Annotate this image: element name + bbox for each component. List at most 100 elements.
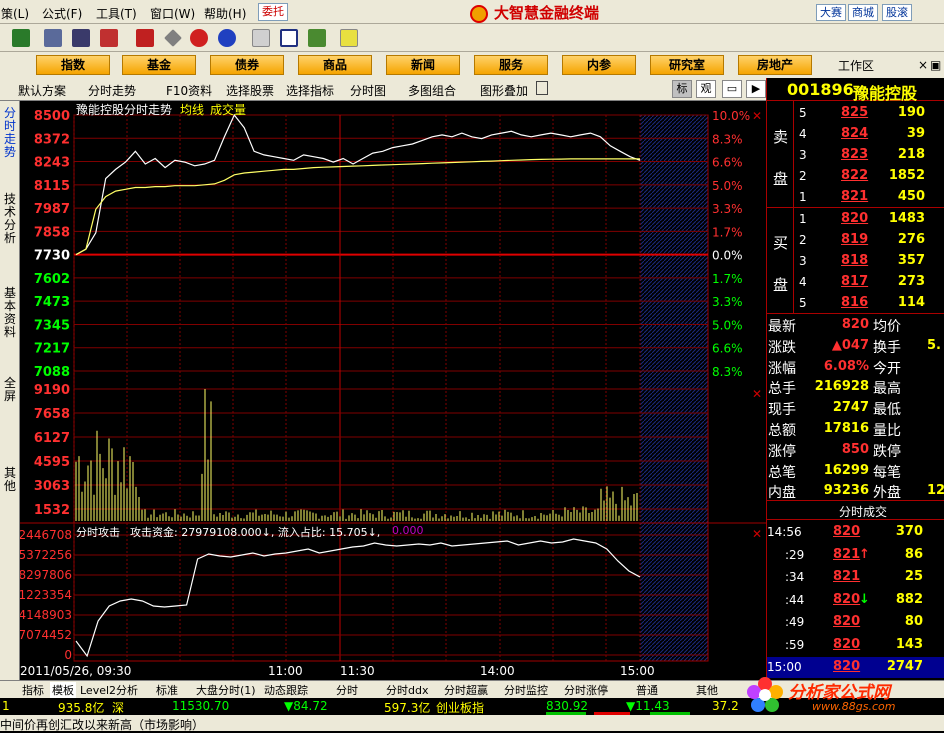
btab-normal[interactable]: 普通 bbox=[636, 682, 658, 698]
select-stock-button[interactable]: 选择股票 bbox=[226, 82, 274, 99]
news-text[interactable]: 中间价再创汇改以来新高（市场影响） bbox=[0, 716, 204, 733]
grid-icon[interactable] bbox=[44, 29, 62, 47]
level-price[interactable]: 822 bbox=[841, 168, 868, 183]
multi-chart-button[interactable]: 多图组合 bbox=[408, 82, 456, 99]
blue-disc-icon[interactable] bbox=[218, 29, 236, 47]
sell-level-4[interactable]: 2 822 1852 bbox=[767, 166, 944, 187]
intraday-chart-button[interactable]: 分时图 bbox=[350, 82, 386, 99]
btab-monitor[interactable]: 分时监控 bbox=[504, 682, 548, 698]
nav-fund[interactable]: 基金 bbox=[122, 55, 196, 75]
level-price[interactable]: 823 bbox=[841, 147, 868, 162]
default-scheme-button[interactable]: 默认方案 bbox=[18, 82, 66, 99]
sell-level-2[interactable]: 4 824 39 bbox=[767, 124, 944, 145]
trade-row[interactable]: :34 821 25 bbox=[767, 567, 944, 588]
btab-market[interactable]: 大盘分时(1) bbox=[196, 682, 256, 698]
trade-price[interactable]: 820 bbox=[833, 659, 860, 674]
quote-icon[interactable] bbox=[12, 29, 30, 47]
tab-biao[interactable]: 标 bbox=[672, 80, 692, 98]
menu-formula[interactable]: 公式(F) bbox=[42, 5, 82, 22]
intraday-chart-svg[interactable]: 8500 10.0% 8372 8.3% 8243 6.6% 8115 5.0% 7987 3.3… bbox=[19, 101, 766, 680]
trade-row[interactable]: :49 820 80 bbox=[767, 612, 944, 633]
trade-price[interactable]: 820 bbox=[833, 637, 860, 652]
trade-price[interactable]: 820 bbox=[833, 614, 860, 629]
nav-index[interactable]: 指数 bbox=[36, 55, 110, 75]
level-price[interactable]: 818 bbox=[841, 253, 868, 268]
sell-level-5[interactable]: 1 821 450 bbox=[767, 187, 944, 208]
btab-dynamic[interactable]: 动态跟踪 bbox=[264, 682, 308, 698]
menu-strategy[interactable]: 策(L) bbox=[1, 5, 29, 22]
level-price[interactable]: 817 bbox=[841, 274, 868, 289]
restore-icon[interactable]: ▣ bbox=[930, 58, 941, 72]
menu-help[interactable]: 帮助(H) bbox=[204, 5, 246, 22]
doc-icon[interactable] bbox=[252, 29, 270, 47]
window-icon[interactable] bbox=[280, 29, 298, 47]
buy-level-5[interactable]: 5 816 114 bbox=[767, 293, 944, 314]
level-price[interactable]: 819 bbox=[841, 232, 868, 247]
alert-icon[interactable] bbox=[100, 29, 118, 47]
nav-commodity[interactable]: 商品 bbox=[298, 55, 372, 75]
mall-button[interactable]: 商城 bbox=[848, 4, 878, 21]
trade-price[interactable]: 820 bbox=[833, 592, 860, 607]
level-price[interactable]: 821 bbox=[841, 189, 868, 204]
buy-level-2[interactable]: 2 819 276 bbox=[767, 230, 944, 251]
btab-indicator[interactable]: 指标 bbox=[22, 682, 44, 698]
level-price[interactable]: 820 bbox=[841, 211, 868, 226]
level-price[interactable]: 816 bbox=[841, 295, 868, 310]
btab-limitup[interactable]: 分时涨停 bbox=[564, 682, 608, 698]
next-icon[interactable]: ▶ bbox=[746, 80, 766, 98]
trust-button[interactable]: 委托 bbox=[258, 3, 288, 21]
level-price[interactable]: 824 bbox=[841, 126, 868, 141]
level-price[interactable]: 825 bbox=[841, 105, 868, 120]
select-indicator-button[interactable]: 选择指标 bbox=[286, 82, 334, 99]
btab-ddx[interactable]: 分时ddx bbox=[386, 682, 428, 698]
btab-intraday[interactable]: 分时 bbox=[336, 682, 358, 698]
trade-row[interactable]: :29 821 ↑ 86 bbox=[767, 545, 944, 566]
sell-level-1[interactable]: 5 825 190 bbox=[767, 103, 944, 124]
binoculars-icon[interactable] bbox=[72, 29, 90, 47]
workarea-label[interactable]: 工作区 bbox=[838, 57, 874, 74]
trade-price[interactable]: 821 bbox=[833, 569, 860, 584]
intraday-button[interactable]: 分时走势 bbox=[88, 82, 136, 99]
btab-standard[interactable]: 标准 bbox=[156, 682, 178, 698]
btab-level2[interactable]: Level2分析 bbox=[80, 682, 138, 698]
tab-other[interactable]: 其他 bbox=[3, 467, 17, 493]
btab-other[interactable]: 其他 bbox=[696, 682, 718, 698]
nav-news[interactable]: 新闻 bbox=[386, 55, 460, 75]
record-icon[interactable] bbox=[190, 29, 208, 47]
tab-intraday[interactable]: 分时走势 bbox=[3, 107, 17, 159]
sell-level-3[interactable]: 3 823 218 bbox=[767, 145, 944, 166]
buy-level-1[interactable]: 1 820 1483 bbox=[767, 209, 944, 230]
tab-guan[interactable]: 观 bbox=[696, 80, 716, 98]
buy-level-3[interactable]: 3 818 357 bbox=[767, 251, 944, 272]
help-pointer-icon[interactable] bbox=[340, 29, 358, 47]
lower-close-icon[interactable]: ✕ bbox=[752, 527, 762, 541]
f10-button[interactable]: F10资料 bbox=[166, 82, 212, 99]
tab-fullscreen[interactable]: 全屏 bbox=[3, 377, 17, 403]
close-icon[interactable]: × bbox=[918, 58, 928, 72]
chart-close-icon[interactable]: ✕ bbox=[752, 109, 762, 123]
overlay-button[interactable]: 图形叠加 bbox=[480, 82, 528, 99]
tab-fundamentals[interactable]: 基本资料 bbox=[3, 287, 17, 339]
nav-realestate[interactable]: 房地产 bbox=[738, 55, 812, 75]
nav-research[interactable]: 研究室 bbox=[650, 55, 724, 75]
contest-button[interactable]: 大赛 bbox=[816, 4, 846, 21]
trade-price[interactable]: 820 bbox=[833, 524, 860, 539]
menu-tools[interactable]: 工具(T) bbox=[96, 5, 137, 22]
nav-insider[interactable]: 内参 bbox=[562, 55, 636, 75]
nav-service[interactable]: 服务 bbox=[474, 55, 548, 75]
lock-icon[interactable] bbox=[536, 81, 548, 95]
trade-row[interactable]: :44 820 ↓ 882 bbox=[767, 590, 944, 611]
trade-row[interactable]: 14:56 820 370 bbox=[767, 522, 944, 543]
buy-level-4[interactable]: 4 817 273 bbox=[767, 272, 944, 293]
expand-icon[interactable]: ▭ bbox=[722, 80, 742, 98]
trade-row[interactable]: :59 820 143 bbox=[767, 635, 944, 656]
btab-super[interactable]: 分时超赢 bbox=[444, 682, 488, 698]
menu-window[interactable]: 窗口(W) bbox=[150, 5, 195, 22]
vol-close-icon[interactable]: ✕ bbox=[752, 387, 762, 401]
chart-icon[interactable] bbox=[136, 29, 154, 47]
btab-template[interactable]: 模板 bbox=[50, 682, 76, 698]
trade-price[interactable]: 821 bbox=[833, 547, 860, 562]
diamond-icon[interactable] bbox=[164, 29, 182, 47]
books-icon[interactable] bbox=[308, 29, 326, 47]
ticker-button[interactable]: 股滚 bbox=[882, 4, 912, 21]
